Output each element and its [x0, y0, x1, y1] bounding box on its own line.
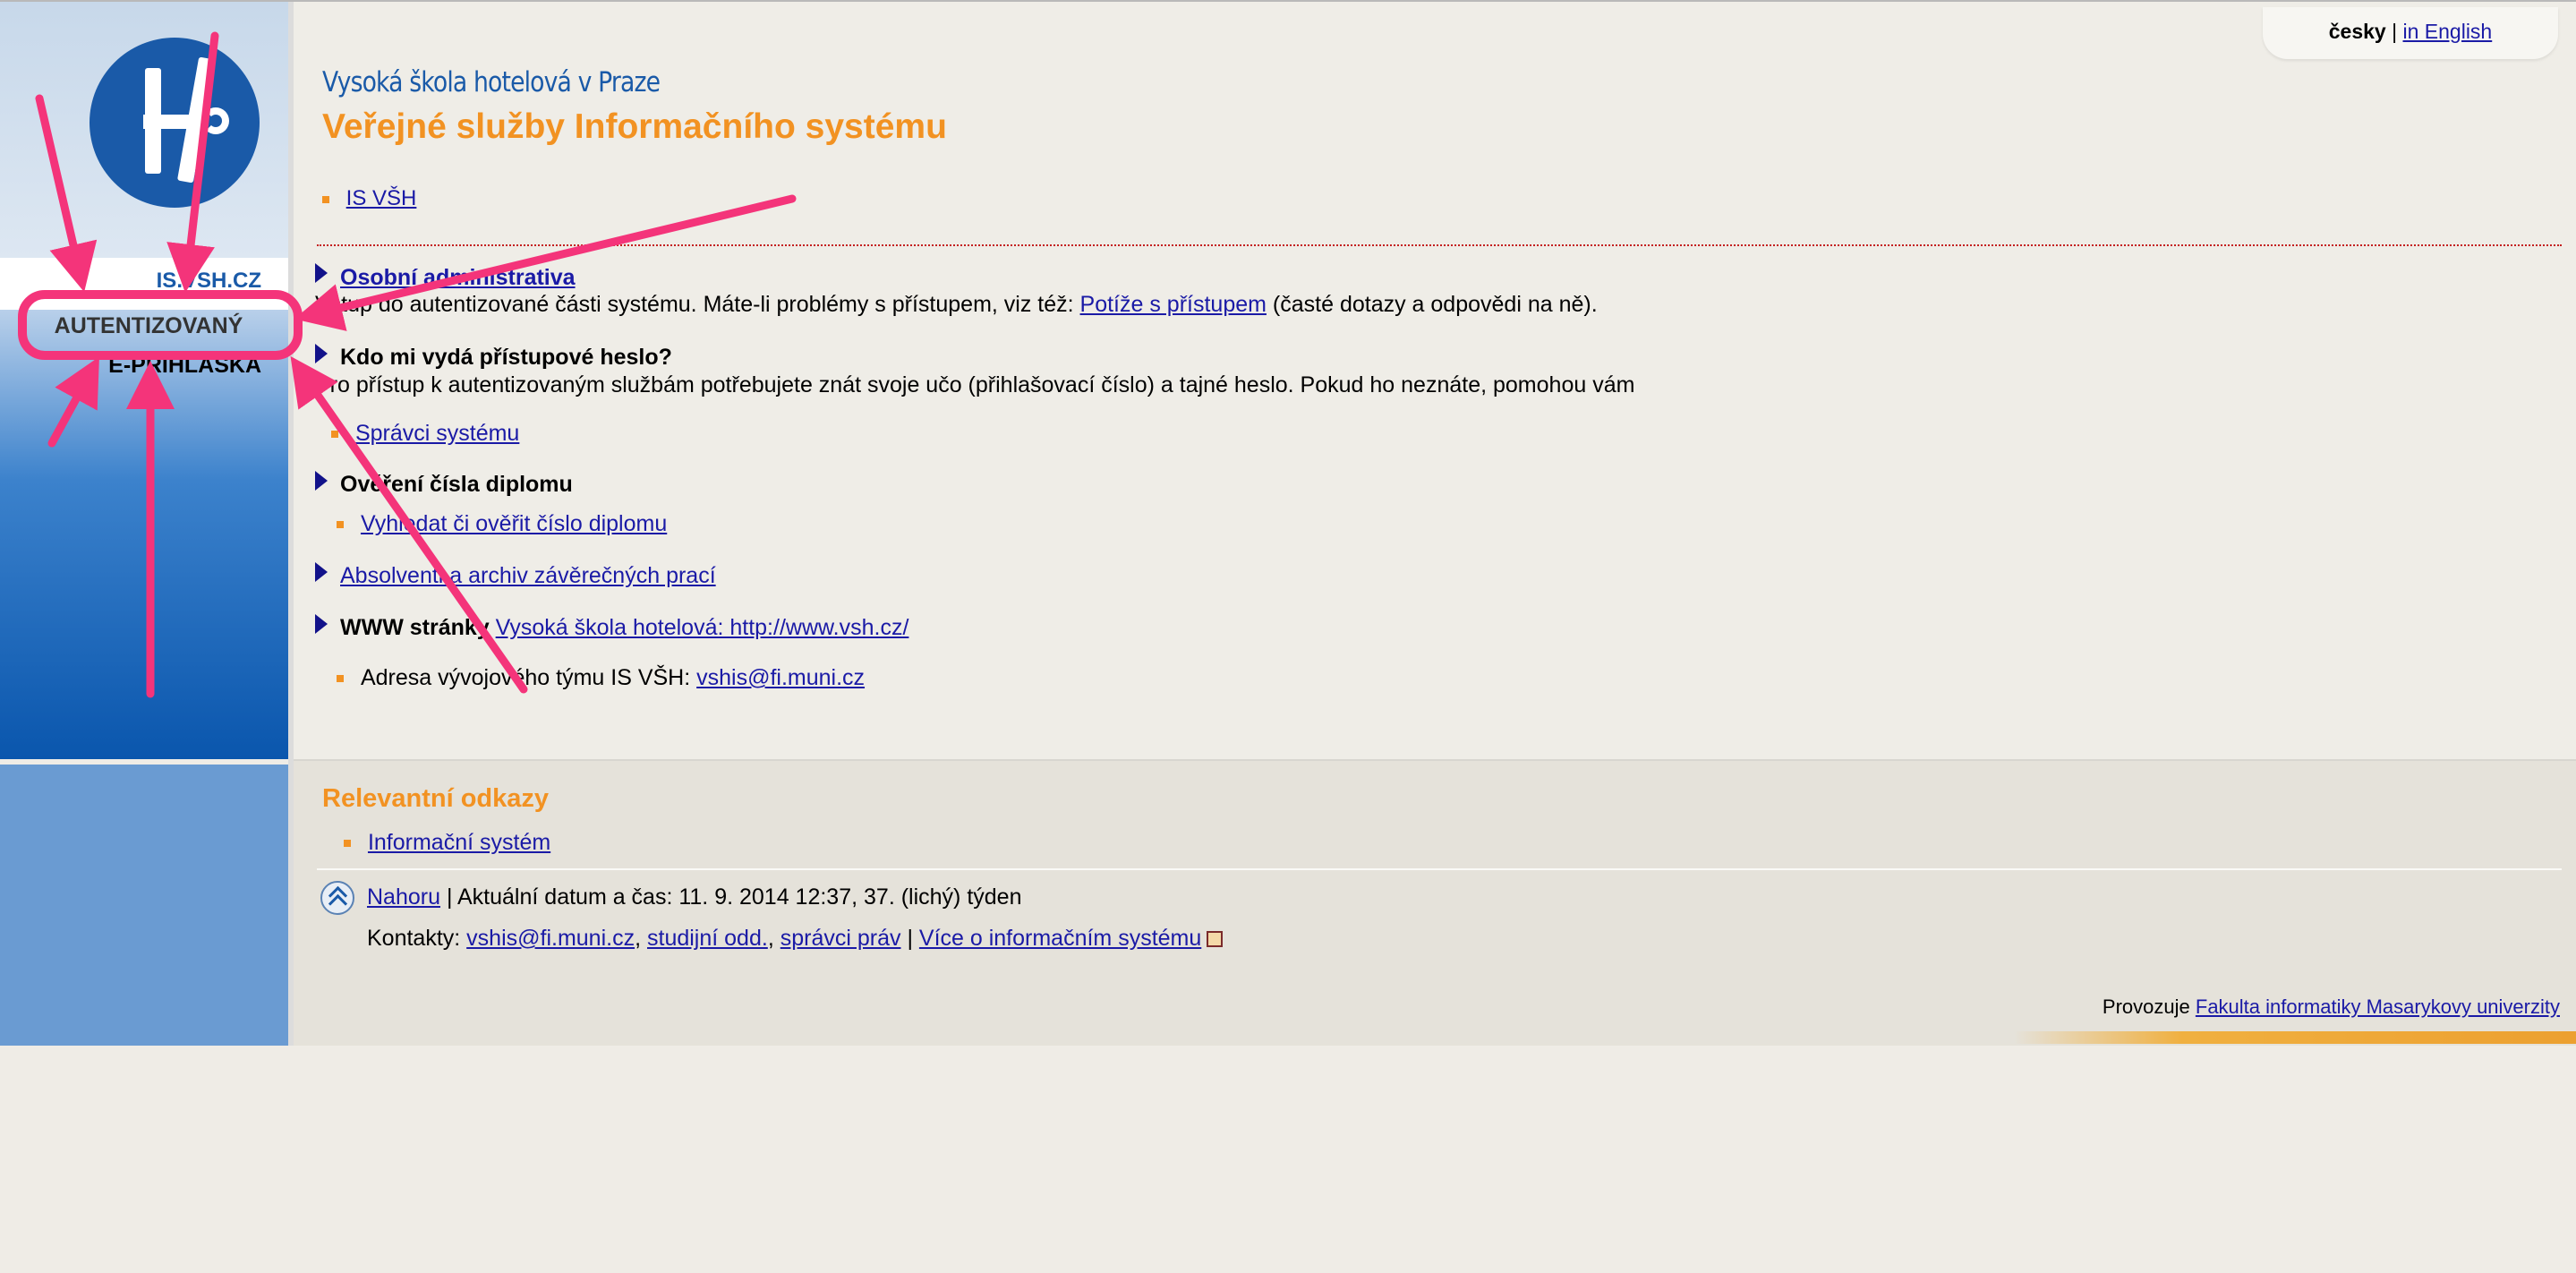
section-arrow-icon — [315, 263, 328, 283]
system-admins-link[interactable]: Správci systému — [355, 421, 519, 446]
page-blank-area — [0, 1046, 2576, 1273]
section-diploma-title: Ověření čísla diplomu — [340, 472, 573, 497]
dev-team-text: Adresa vývojového týmu IS VŠH: — [360, 665, 697, 690]
more-about-is-link[interactable]: Více o informačním systému — [919, 926, 1201, 951]
school-name: Vysoká škola hotelová v Praze — [322, 66, 661, 98]
content-divider — [317, 244, 2562, 246]
operator-decor-bar — [2014, 1031, 2576, 1044]
page-title: Veřejné služby Informačního systému — [322, 107, 947, 146]
section-text: (časté dotazy a odpovědi na ně). — [1266, 292, 1598, 317]
section-arrow-icon — [315, 614, 328, 634]
language-current: česky — [2328, 20, 2386, 43]
section-personal-admin-link[interactable]: Osobní administrativa — [340, 265, 576, 291]
language-separator: | — [2392, 20, 2398, 43]
list-item: Adresa vývojového týmu IS VŠH: vshis@fi.… — [337, 665, 865, 691]
bullet-icon — [344, 840, 351, 848]
faculty-link[interactable]: Fakulta informatiky Masarykovy univerzit… — [2196, 995, 2560, 1018]
footer-contacts: Kontakty: vshis@fi.muni.cz, studijní odd… — [367, 926, 1224, 952]
list-item: Informační systém — [344, 830, 550, 856]
section-password-title: Kdo mi vydá přístupové heslo? — [340, 345, 672, 370]
list-item: Vyhledat či ověřit číslo diplomu — [337, 511, 667, 537]
graduates-archive-link[interactable]: Absolventi a archiv závěrečných prací — [340, 563, 716, 589]
section-www: WWW stránky Vysoká škola hotelová: http:… — [340, 615, 908, 641]
operator-line: Provozuje Fakulta informatiky Masarykovy… — [1969, 995, 2560, 1019]
footer-separator — [317, 868, 2562, 870]
access-problems-link[interactable]: Potíže s přístupem — [1080, 292, 1267, 317]
hotel-school-logo-icon[interactable] — [90, 38, 260, 208]
contact-email-link[interactable]: vshis@fi.muni.cz — [466, 926, 635, 951]
bullet-icon — [337, 675, 344, 683]
breadcrumb-link[interactable]: IS VŠH — [346, 186, 417, 210]
section-arrow-icon — [315, 471, 328, 491]
information-system-link[interactable]: Informační systém — [368, 830, 550, 855]
list-item: Správci systému — [331, 421, 519, 447]
section-personal-admin-text: Vstup do autentizované části systému. Má… — [315, 292, 1598, 318]
contacts-label: Kontakty: — [367, 926, 467, 951]
section-text: Vstup do autentizované části systému. Má… — [315, 292, 1080, 317]
external-window-icon — [1207, 931, 1224, 948]
annotation-highlight-ring — [18, 290, 303, 360]
top-border — [0, 0, 2576, 2]
verify-diploma-link[interactable]: Vyhledat či ověřit číslo diplomu — [361, 511, 667, 536]
relevant-links-title: Relevantní odkazy — [322, 784, 550, 813]
footer-status-line: Nahoru | Aktuální datum a čas: 11. 9. 20… — [367, 884, 1021, 910]
section-arrow-icon — [315, 562, 328, 582]
language-english-link[interactable]: in English — [2403, 20, 2493, 43]
rights-admins-link[interactable]: správci práv — [780, 926, 901, 951]
back-to-top-link[interactable]: Nahoru — [367, 884, 440, 910]
bullet-icon — [322, 195, 329, 203]
footer-divider — [294, 759, 2576, 761]
section-password-text: Pro přístup k autentizovaným službám pot… — [315, 372, 1635, 397]
scroll-up-icon[interactable] — [320, 881, 354, 915]
section-arrow-icon — [315, 344, 328, 363]
www-label: WWW stránky — [340, 615, 490, 640]
study-office-link[interactable]: studijní odd. — [647, 926, 768, 951]
dev-team-email-link[interactable]: vshis@fi.muni.cz — [696, 665, 865, 690]
datetime-text: | Aktuální datum a čas: 11. 9. 2014 12:3… — [440, 884, 1022, 910]
sidebar-bottom-panel — [0, 765, 288, 1046]
bullet-icon — [331, 431, 338, 439]
breadcrumb: IS VŠH — [322, 186, 416, 211]
school-website-link[interactable]: Vysoká škola hotelová: http://www.vsh.cz… — [496, 615, 909, 640]
language-switch: česky | in English — [2263, 7, 2558, 59]
bullet-icon — [337, 521, 344, 529]
operator-text: Provozuje — [2102, 995, 2196, 1018]
